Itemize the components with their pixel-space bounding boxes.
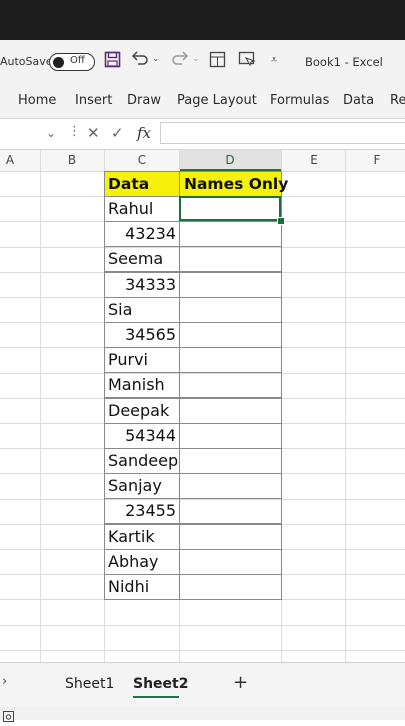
form-icon[interactable]: [209, 51, 226, 72]
names-only-cell[interactable]: [179, 423, 282, 449]
data-cell[interactable]: 43234: [104, 221, 180, 247]
data-cell[interactable]: Sia: [104, 297, 180, 323]
selected-cell-d2[interactable]: [179, 196, 281, 221]
data-cell[interactable]: Purvi: [104, 347, 180, 373]
active-sheet-indicator: [133, 696, 179, 698]
customize-toolbar-icon[interactable]: ⩡: [271, 53, 277, 67]
autosave-toggle[interactable]: Off: [49, 53, 95, 71]
names-only-cell[interactable]: [179, 473, 282, 499]
macro-recorder-icon[interactable]: [3, 707, 14, 726]
names-only-cell[interactable]: [179, 221, 282, 247]
sheet-tab-sheet2[interactable]: Sheet2: [133, 676, 188, 692]
names-only-cell[interactable]: [179, 372, 282, 398]
cancel-icon[interactable]: ✕: [87, 124, 100, 142]
workbook-title: Book1 - Excel: [305, 55, 383, 69]
names-only-cell[interactable]: [179, 297, 282, 323]
tab-formulas[interactable]: Formulas: [270, 93, 329, 108]
tab-data[interactable]: Data: [343, 93, 374, 108]
undo-dropdown-icon[interactable]: ⌄: [152, 54, 160, 64]
names-only-cell[interactable]: [179, 347, 282, 373]
tab-page-layout[interactable]: Page Layout: [177, 93, 257, 108]
save-icon[interactable]: [104, 51, 121, 72]
enter-icon[interactable]: ✓: [111, 124, 124, 142]
touch-mode-icon[interactable]: [238, 51, 256, 72]
more-options-icon[interactable]: ⋮: [68, 124, 81, 139]
top-bezel: [0, 0, 405, 40]
data-cell[interactable]: 23455: [104, 498, 180, 524]
add-sheet-button[interactable]: +: [233, 672, 248, 693]
column-header-b[interactable]: B: [62, 153, 82, 167]
fill-handle[interactable]: [277, 217, 285, 225]
data-cell[interactable]: Rahul: [104, 196, 180, 222]
header-cell-names-only[interactable]: Names Only: [179, 171, 288, 197]
data-cell[interactable]: 34333: [104, 272, 180, 298]
tab-review-partial[interactable]: Re: [390, 93, 405, 108]
names-only-cell[interactable]: [179, 549, 282, 575]
redo-dropdown-icon[interactable]: ⌄: [192, 54, 200, 64]
data-cell[interactable]: 34565: [104, 322, 180, 348]
chevron-right-icon[interactable]: ›: [2, 674, 7, 689]
names-only-cell[interactable]: [179, 272, 282, 298]
name-box-dropdown-icon[interactable]: ⌄: [46, 126, 56, 140]
tab-insert[interactable]: Insert: [75, 93, 112, 108]
names-only-cell[interactable]: [179, 246, 282, 272]
data-cell[interactable]: Manish: [104, 372, 180, 398]
column-header-c[interactable]: C: [132, 153, 152, 167]
sheet-tab-sheet1[interactable]: Sheet1: [65, 676, 114, 692]
tab-home[interactable]: Home: [18, 93, 56, 108]
sheet-tab-bar: [0, 662, 405, 708]
header-cell-data[interactable]: Data: [104, 171, 180, 197]
insert-function-button[interactable]: fx: [137, 124, 151, 142]
names-only-cell[interactable]: [179, 574, 282, 600]
data-cell[interactable]: Sanjay: [104, 473, 180, 499]
names-only-cell[interactable]: [179, 398, 282, 424]
column-header-a[interactable]: A: [0, 153, 20, 167]
data-cell[interactable]: Nidhi: [104, 574, 180, 600]
names-only-cell[interactable]: [179, 524, 282, 550]
redo-icon[interactable]: [170, 50, 190, 72]
tab-draw[interactable]: Draw: [127, 93, 161, 108]
column-header-f[interactable]: F: [367, 153, 387, 167]
data-cell[interactable]: Kartik: [104, 524, 180, 550]
toggle-knob: [53, 56, 64, 68]
autosave-label: AutoSave: [0, 55, 53, 68]
status-bar: [0, 707, 405, 720]
names-only-cell[interactable]: [179, 322, 282, 348]
column-header-e[interactable]: E: [304, 153, 324, 167]
undo-icon[interactable]: [130, 50, 150, 72]
autosave-state: Off: [70, 55, 85, 66]
names-only-cell[interactable]: [179, 498, 282, 524]
column-header-d[interactable]: D: [220, 153, 240, 167]
data-cell[interactable]: Seema: [104, 246, 180, 272]
names-only-cell[interactable]: [179, 448, 282, 474]
data-cell[interactable]: Sandeep: [104, 448, 180, 474]
data-cell[interactable]: Deepak: [104, 398, 180, 424]
formula-input[interactable]: [160, 122, 405, 144]
data-cell[interactable]: Abhay: [104, 549, 180, 575]
data-cell[interactable]: 54344: [104, 423, 180, 449]
